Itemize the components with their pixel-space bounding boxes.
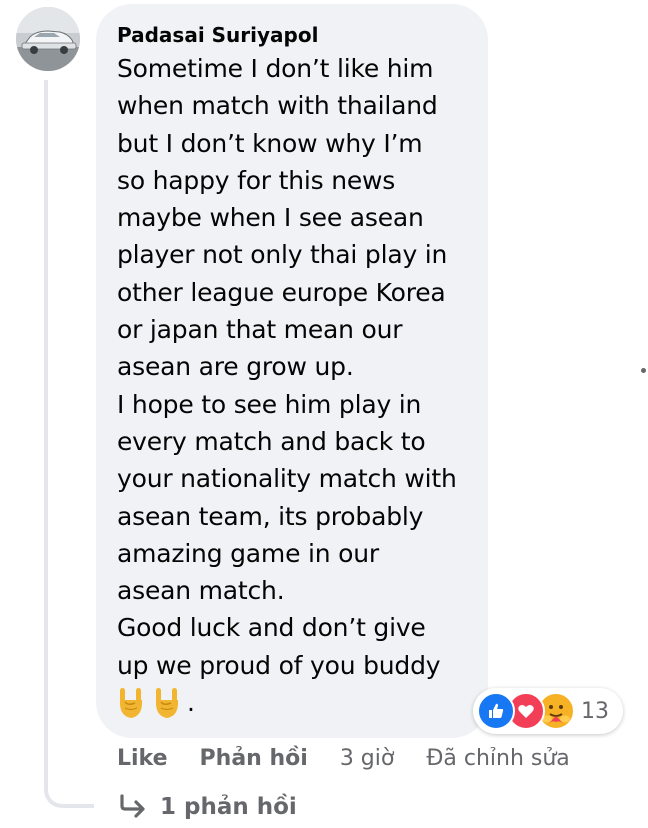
comment-line: but I don’t know why I’m	[117, 128, 423, 158]
comment-line: other league europe Korea	[117, 277, 446, 307]
edited-label[interactable]: Đã chỉnh sửa	[426, 746, 569, 771]
reply-button[interactable]: Phản hồi	[200, 746, 308, 771]
comment-line: amazing game in our	[117, 538, 379, 568]
comment-line: Sometime I don’t like him	[117, 54, 434, 83]
comment-line: your nationality match with	[117, 464, 457, 494]
comment-actions: Like Phản hồi 3 giờ Đã chỉnh sửa	[117, 742, 570, 774]
comment-body: Sometime I don’t like him when match wit…	[117, 50, 488, 721]
comment-author[interactable]: Padasai Suriyapol	[117, 22, 488, 48]
like-button[interactable]: Like	[117, 746, 168, 771]
reaction-count: 13	[581, 698, 609, 724]
comment-line: player not only thai play in	[117, 240, 448, 270]
view-replies-link[interactable]: 1 phản hồi	[118, 790, 297, 824]
comment-line: every match and back to	[117, 426, 426, 456]
comment-line: asean match.	[117, 576, 285, 606]
reaction-summary[interactable]: 13	[473, 688, 623, 734]
comment-trailing-text: .	[187, 688, 195, 718]
comment-emoji-line: .	[117, 684, 488, 721]
thread-connector-line	[44, 80, 94, 808]
comment-line: I hope to see him play in	[117, 389, 422, 419]
sign-of-the-horns-icon	[155, 687, 179, 718]
comment-line: asean team, its probably	[117, 501, 424, 531]
comment-line: Good luck and don’t give	[117, 613, 426, 643]
reply-arrow-icon	[120, 794, 145, 818]
replies-count-label: 1 phản hồi	[160, 794, 297, 820]
avatar[interactable]	[16, 7, 80, 71]
comment-line: maybe when I see asean	[117, 203, 424, 233]
like-reaction-icon	[477, 692, 515, 730]
more-options-icon[interactable]	[641, 368, 646, 373]
comment-timestamp[interactable]: 3 giờ	[340, 746, 395, 771]
comment-bubble: Padasai Suriyapol Sometime I don’t like …	[96, 4, 488, 738]
comment-line: so happy for this news	[117, 165, 396, 195]
comment-line: asean are grow up.	[117, 352, 354, 382]
comment-line: up we proud of you buddy	[117, 650, 441, 680]
comment-line: or japan that mean our	[117, 315, 403, 345]
car-photo-icon	[16, 7, 80, 71]
sign-of-the-horns-icon	[119, 687, 143, 718]
comment-line: when match with thailand	[117, 91, 438, 121]
